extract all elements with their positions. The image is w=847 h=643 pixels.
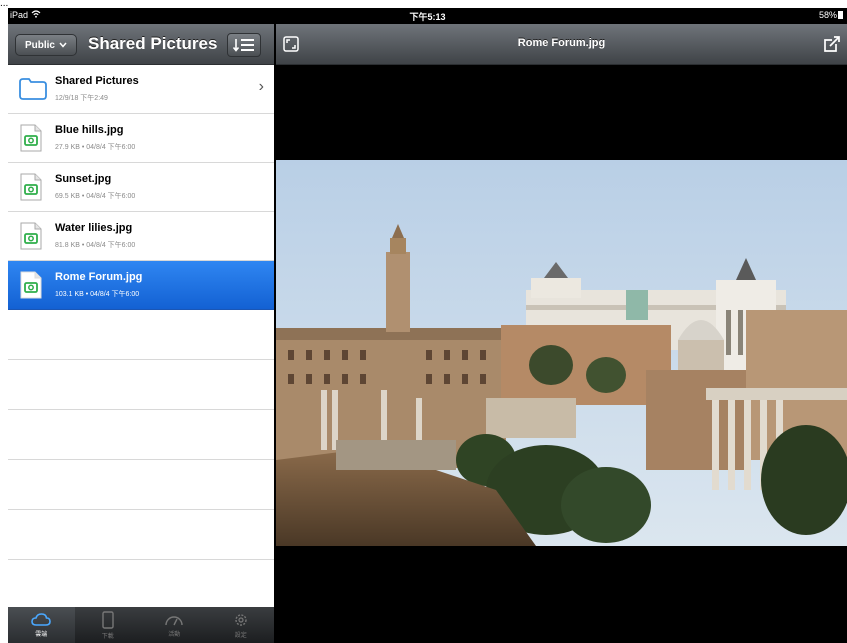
chevron-right-icon: › (258, 78, 264, 95)
list-item-name: Water lilies.jpg (55, 222, 133, 234)
empty-row (8, 360, 274, 410)
file-browser-panel: Public Shared Pictures Shared Pictures 1… (8, 24, 276, 643)
status-bar: iPad 下午5:13 58% (8, 8, 847, 24)
tab-activity[interactable]: 活動 (141, 607, 208, 643)
list-item-name: Blue hills.jpg (55, 124, 124, 136)
photo-rome-forum (276, 160, 847, 546)
tab-label: 活動 (168, 631, 181, 638)
tab-cloud[interactable]: 雲端 (8, 607, 75, 643)
list-item-meta: 27.9 KB • 04/8/4 下午6:00 (55, 144, 136, 151)
share-icon (824, 36, 840, 52)
image-viewer-panel: Rome Forum.jpg (276, 24, 847, 643)
list-item-meta: 81.8 KB • 04/8/4 下午6:00 (55, 242, 136, 249)
tab-label: 雲端 (35, 631, 48, 638)
tablet-icon (102, 610, 114, 629)
public-back-button[interactable]: Public (15, 34, 77, 56)
list-item-file[interactable]: Blue hills.jpg 27.9 KB • 04/8/4 下午6:00 (8, 114, 274, 163)
gauge-icon (165, 615, 183, 625)
list-item-name: Shared Pictures (55, 75, 139, 87)
ipad-screen: iPad 下午5:13 58% Public Shared Pictures S… (8, 8, 847, 643)
folder-icon (18, 74, 48, 107)
tab-label: 設定 (234, 632, 247, 639)
empty-row (8, 410, 274, 460)
viewer-toolbar: Rome Forum.jpg (276, 24, 847, 65)
empty-row (8, 460, 274, 510)
viewer-title: Rome Forum.jpg (517, 37, 606, 49)
list-item-file-selected[interactable]: Rome Forum.jpg 103.1 KB • 04/8/4 下午6:00 (8, 261, 274, 310)
gear-icon (235, 613, 247, 626)
image-file-icon (18, 123, 44, 158)
tab-download[interactable]: 下載 (75, 607, 142, 643)
chevron-down-icon (59, 40, 67, 50)
empty-row (8, 560, 274, 610)
image-file-icon (18, 270, 44, 305)
list-item-meta: 103.1 KB • 04/8/4 下午6:00 (55, 291, 140, 298)
list-item-meta: 69.5 KB • 04/8/4 下午6:00 (55, 193, 136, 200)
empty-row (8, 510, 274, 560)
empty-row (8, 310, 274, 360)
battery-indicator: 58% (819, 10, 843, 20)
sort-list-button[interactable] (227, 33, 261, 57)
public-label: Public (24, 39, 55, 51)
battery-icon (838, 11, 843, 19)
tab-settings[interactable]: 設定 (208, 607, 275, 643)
file-browser-toolbar: Public Shared Pictures (8, 24, 274, 65)
list-item-name: Sunset.jpg (55, 173, 112, 185)
tab-label: 下載 (101, 633, 114, 640)
page-caption: ... (0, 0, 847, 8)
image-file-icon (18, 172, 44, 207)
sort-list-icon (232, 39, 254, 52)
cloud-icon (31, 612, 52, 626)
status-time: 下午5:13 (409, 12, 446, 22)
file-list: Shared Pictures 12/9/18 下午2:49 › Blue hi… (8, 65, 274, 610)
list-item-meta: 12/9/18 下午2:49 (55, 95, 108, 102)
list-item-file[interactable]: Water lilies.jpg 81.8 KB • 04/8/4 下午6:00 (8, 212, 274, 261)
list-item-file[interactable]: Sunset.jpg 69.5 KB • 04/8/4 下午6:00 (8, 163, 274, 212)
tab-bar: 雲端 下載 活動 設定 (8, 607, 274, 643)
image-file-icon (18, 221, 44, 256)
share-button[interactable] (823, 35, 841, 53)
list-item-folder[interactable]: Shared Pictures 12/9/18 下午2:49 › (8, 65, 274, 114)
folder-title: Shared Pictures (88, 34, 218, 53)
list-item-name: Rome Forum.jpg (55, 271, 143, 283)
